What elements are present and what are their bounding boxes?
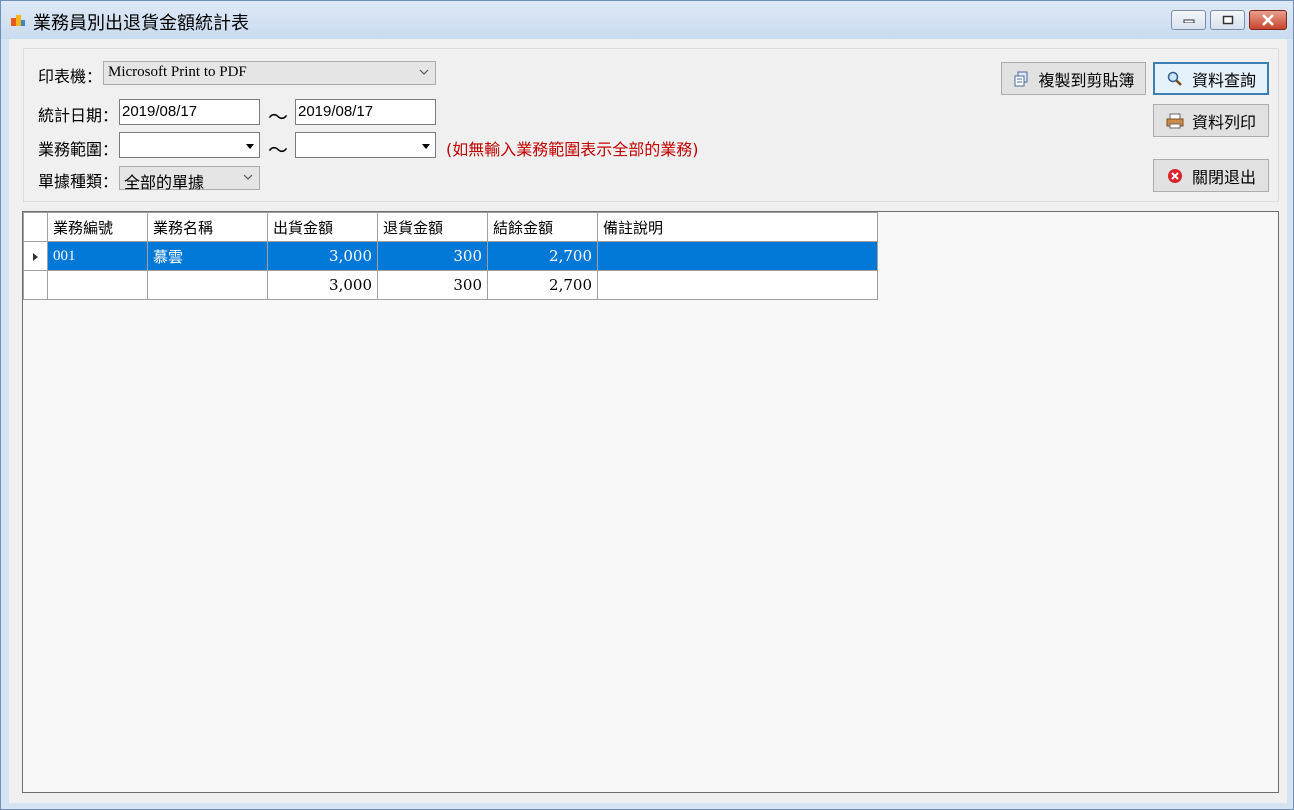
printer-label: 印表機：: [38, 67, 103, 86]
table-cell[interactable]: 001: [47, 241, 148, 271]
current-row-arrow-icon: [32, 253, 38, 261]
range-hint-text: (如無輸入業務範圍表示全部的業務): [446, 140, 699, 159]
filter-panel: 印表機： Microsoft Print to PDF 統計日期： 2019/0…: [23, 48, 1279, 202]
copy-icon: [1014, 71, 1028, 86]
maximize-icon: [1222, 15, 1233, 25]
window-title: 業務員別出退貨金額統計表: [33, 13, 249, 34]
table-cell[interactable]: 慕雲: [147, 241, 268, 271]
column-header[interactable]: 退貨金額: [377, 212, 488, 242]
minimize-button[interactable]: [1171, 10, 1206, 30]
column-header[interactable]: 備註說明: [597, 212, 878, 242]
row-selector[interactable]: [23, 241, 48, 271]
date-from-input[interactable]: 2019/08/17: [119, 99, 260, 125]
copy-to-clipboard-button[interactable]: 複製到剪貼簿: [1001, 62, 1146, 95]
doctype-value: 全部的單據: [124, 173, 205, 192]
table-cell[interactable]: [47, 270, 148, 300]
chevron-down-icon: [243, 174, 253, 180]
close-circle-icon: [1167, 168, 1182, 183]
printer-icon: [1166, 113, 1184, 128]
close-window-button[interactable]: [1249, 10, 1287, 30]
results-grid[interactable]: 業務編號 業務名稱 出貨金額 退貨金額 結餘金額 備註說明 001 慕雲 3,0…: [22, 211, 1279, 793]
query-button[interactable]: 資料查詢: [1153, 62, 1269, 95]
title-bar[interactable]: 業務員別出退貨金額統計表: [1, 1, 1293, 39]
column-header[interactable]: 業務編號: [47, 212, 148, 242]
doctype-select[interactable]: 全部的單據: [119, 166, 260, 192]
table-cell[interactable]: 300: [377, 270, 488, 300]
column-header[interactable]: 業務名稱: [147, 212, 268, 242]
chevron-down-icon: [419, 69, 429, 75]
range-from-combo[interactable]: [119, 132, 260, 158]
table-header-row: 業務編號 業務名稱 出貨金額 退貨金額 結餘金額 備註說明: [23, 212, 878, 242]
column-header[interactable]: 出貨金額: [267, 212, 378, 242]
table-cell[interactable]: 3,000: [267, 241, 378, 271]
table-row[interactable]: 001 慕雲 3,000 300 2,700: [23, 241, 878, 271]
results-table: 業務編號 業務名稱 出貨金額 退貨金額 結餘金額 備註說明 001 慕雲 3,0…: [23, 212, 878, 300]
magnifier-icon: [1167, 71, 1182, 86]
dropdown-arrow-icon: [246, 144, 254, 149]
table-cell[interactable]: 2,700: [487, 270, 598, 300]
exit-button[interactable]: 關閉退出: [1153, 159, 1269, 192]
table-row[interactable]: 3,000 300 2,700: [23, 270, 878, 300]
close-icon: [1262, 14, 1274, 26]
column-header[interactable]: 結餘金額: [487, 212, 598, 242]
printer-select[interactable]: Microsoft Print to PDF: [103, 61, 436, 85]
date-to-input[interactable]: 2019/08/17: [295, 99, 436, 125]
date-range-separator: ～: [268, 105, 288, 129]
printer-value: Microsoft Print to PDF: [108, 64, 247, 80]
app-icon: [11, 15, 25, 26]
range-label: 業務範圍：: [38, 140, 119, 159]
main-window: 業務員別出退貨金額統計表 印表機： Microsoft Print to PDF…: [0, 0, 1294, 810]
table-cell[interactable]: [147, 270, 268, 300]
range-separator: ～: [268, 138, 288, 162]
dropdown-arrow-icon: [422, 144, 430, 149]
minimize-icon: [1183, 19, 1194, 23]
form-client-area: 印表機： Microsoft Print to PDF 統計日期： 2019/0…: [9, 39, 1287, 803]
row-header-corner[interactable]: [23, 212, 48, 242]
print-button[interactable]: 資料列印: [1153, 104, 1269, 137]
row-selector[interactable]: [23, 270, 48, 300]
range-to-combo[interactable]: [295, 132, 436, 158]
table-cell[interactable]: [597, 241, 878, 271]
table-cell[interactable]: 3,000: [267, 270, 378, 300]
table-cell[interactable]: 2,700: [487, 241, 598, 271]
doctype-label: 單據種類：: [38, 172, 119, 191]
table-cell[interactable]: [597, 270, 878, 300]
maximize-button[interactable]: [1210, 10, 1245, 30]
date-label: 統計日期：: [38, 106, 119, 125]
table-cell[interactable]: 300: [377, 241, 488, 271]
